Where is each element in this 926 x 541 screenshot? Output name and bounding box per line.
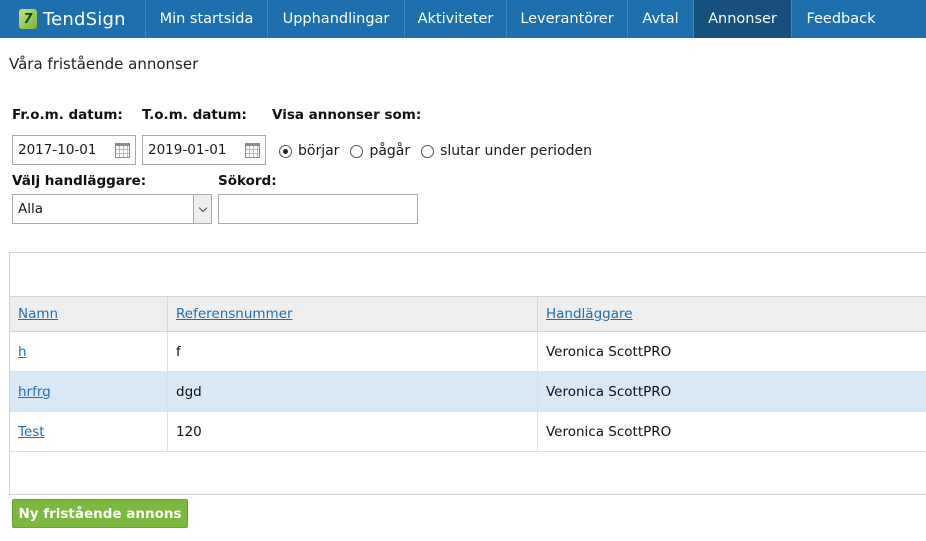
new-ad-button[interactable]: Ny fristående annons [12, 499, 188, 528]
nav-aktiviteter[interactable]: Aktiviteter [404, 0, 506, 38]
show-as-radio-group: börjar pågår slutar under perioden [279, 141, 603, 161]
handler-label: Välj handläggare: [12, 173, 147, 189]
logo-text: TendSign [43, 8, 126, 30]
column-header-namn[interactable]: Namn [10, 297, 167, 331]
radio-slutar[interactable] [421, 144, 435, 158]
from-date-input[interactable]: 2017-10-01 [12, 135, 136, 165]
radio-borjar-label[interactable]: börjar [298, 143, 339, 159]
radio-pagar-label[interactable]: pågår [369, 143, 410, 159]
column-header-handlaggare[interactable]: Handläggare [537, 297, 926, 331]
nav-avtal[interactable]: Avtal [627, 0, 693, 38]
column-header-referensnummer[interactable]: Referensnummer [167, 297, 537, 331]
to-date-input[interactable]: 2019-01-01 [142, 135, 266, 165]
radio-slutar-label[interactable]: slutar under perioden [440, 143, 592, 159]
to-date-value: 2019-01-01 [148, 142, 227, 158]
logo-mark-icon: 7 [19, 9, 37, 29]
radio-pagar[interactable] [350, 144, 364, 158]
from-date-label: Fr.o.m. datum: [12, 107, 123, 123]
row-reference: 120 [167, 412, 537, 452]
search-label: Sökord: [218, 173, 277, 189]
tendsign-logo[interactable]: 7 TendSign [0, 0, 145, 38]
row-handler: Veronica ScottPRO [537, 372, 926, 412]
row-reference: dgd [167, 372, 537, 412]
row-handler: Veronica ScottPRO [537, 412, 926, 452]
row-handler: Veronica ScottPRO [537, 332, 926, 372]
row-name-link[interactable]: hrfrg [10, 372, 167, 412]
row-name-link[interactable]: h [10, 332, 167, 372]
calendar-icon[interactable] [115, 143, 130, 158]
nav-leverantorer[interactable]: Leverantörer [506, 0, 627, 38]
nav-upphandlingar[interactable]: Upphandlingar [267, 0, 404, 38]
handler-select-value: Alla [18, 201, 44, 217]
row-reference: f [167, 332, 537, 372]
table-row: Test 120 Veronica ScottPRO [10, 412, 926, 452]
table-header: Namn Referensnummer Handläggare [10, 296, 926, 332]
from-date-value: 2017-10-01 [18, 142, 97, 158]
nav-annonser[interactable]: Annonser [693, 0, 791, 38]
table-row: h f Veronica ScottPRO [10, 332, 926, 372]
page-title: Våra fristående annonser [9, 55, 199, 73]
table-row: hrfrg dgd Veronica ScottPRO [10, 372, 926, 412]
ads-table-panel: Namn Referensnummer Handläggare h f Vero… [9, 252, 926, 495]
main-nav: Min startsida Upphandlingar Aktiviteter … [145, 0, 890, 38]
chevron-down-icon [198, 203, 207, 212]
top-navigation-bar: 7 TendSign Min startsida Upphandlingar A… [0, 0, 926, 38]
nav-feedback[interactable]: Feedback [791, 0, 890, 38]
dropdown-button[interactable] [193, 195, 211, 223]
search-input[interactable] [218, 194, 418, 224]
nav-min-startsida[interactable]: Min startsida [145, 0, 267, 38]
row-name-link[interactable]: Test [10, 412, 167, 452]
handler-select[interactable]: Alla [12, 194, 212, 224]
to-date-label: T.o.m. datum: [142, 107, 247, 123]
calendar-icon[interactable] [245, 143, 260, 158]
radio-borjar[interactable] [279, 144, 292, 158]
show-as-label: Visa annonser som: [272, 107, 422, 123]
